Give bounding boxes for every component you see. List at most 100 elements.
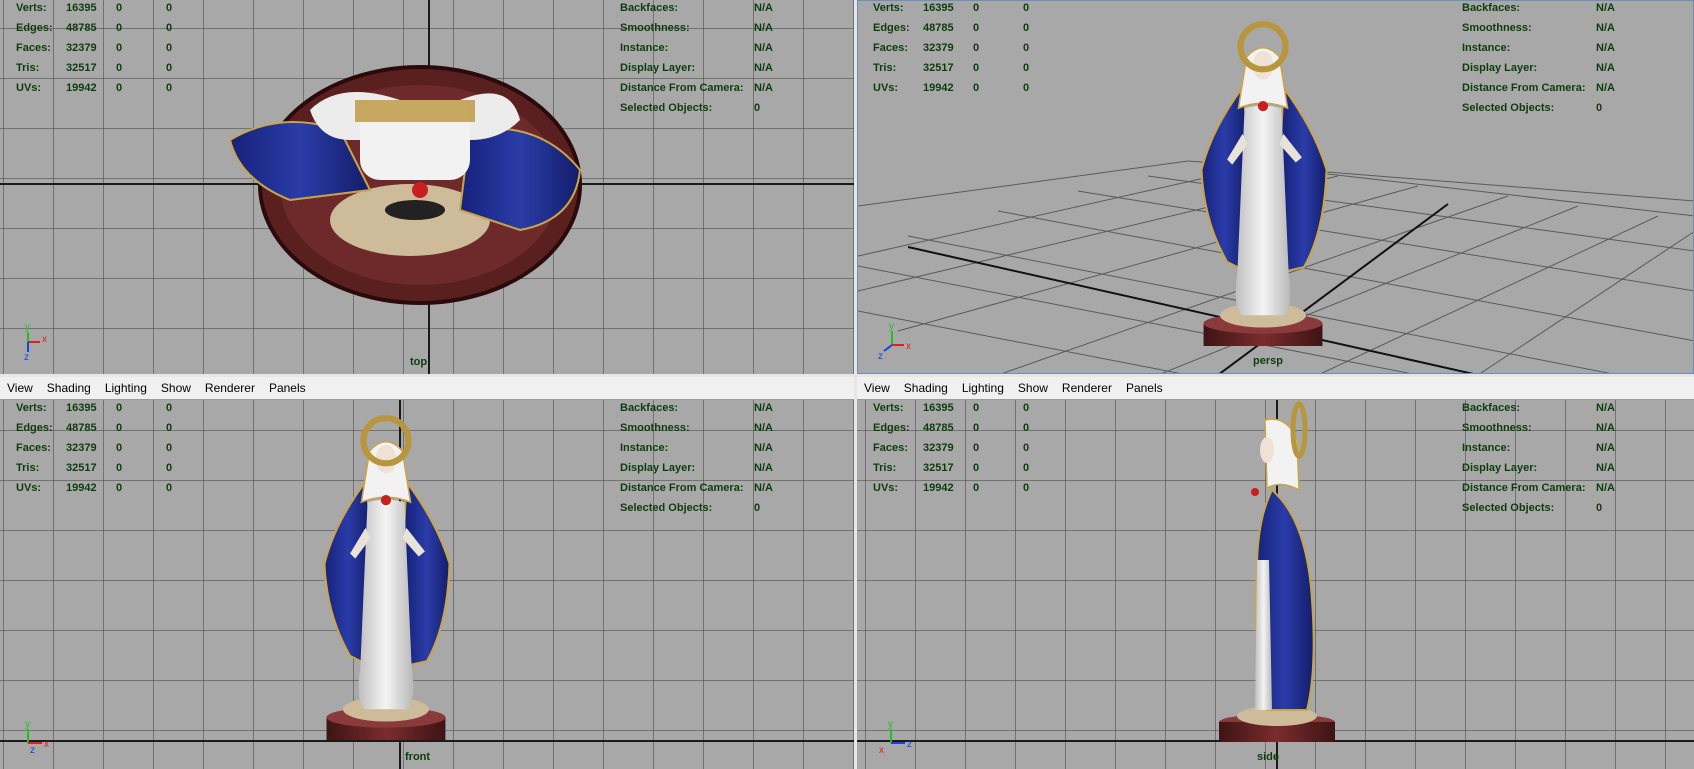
menu-panels[interactable]: Panels xyxy=(262,377,313,399)
camera-label-side: side xyxy=(1257,751,1280,763)
hud-info-label: Distance From Camera: xyxy=(620,482,744,494)
menu-view[interactable]: View xyxy=(857,377,897,399)
hud-info-value: N/A xyxy=(1596,22,1615,34)
hud-stat-v2: 0 xyxy=(116,42,123,54)
menu-panels[interactable]: Panels xyxy=(1119,377,1170,399)
hud-stat-v1: 32379 xyxy=(66,442,97,454)
svg-text:z: z xyxy=(878,351,883,359)
hud-stat-v3: 0 xyxy=(166,2,173,14)
hud-stats-front: Verts: 16395 0 0 Edges: 48785 0 0 Faces: 32379 0 0 T… xyxy=(16,398,206,498)
hud-stat-label: Faces: xyxy=(873,442,908,454)
hud-stat-v2: 0 xyxy=(116,422,123,434)
hud-stat-row: UVs: 19942 0 0 xyxy=(16,478,206,498)
menu-shading[interactable]: Shading xyxy=(40,377,98,399)
menu-show[interactable]: Show xyxy=(154,377,198,399)
hud-stat-label: Faces: xyxy=(16,42,51,54)
hud-info-label: Backfaces: xyxy=(620,402,679,414)
menu-view[interactable]: View xyxy=(0,377,40,399)
axis-gizmo-persp: y x z xyxy=(878,321,911,359)
hud-stat-v1: 48785 xyxy=(66,422,97,434)
statue-side-model[interactable] xyxy=(1217,400,1337,745)
hud-stat-v3: 0 xyxy=(166,42,173,54)
menu-shading[interactable]: Shading xyxy=(897,377,955,399)
hud-info-value: N/A xyxy=(1596,462,1615,474)
hud-info-label: Distance From Camera: xyxy=(1462,482,1586,494)
hud-stat-v1: 19942 xyxy=(923,82,954,94)
hud-stat-v2: 0 xyxy=(973,422,980,434)
hud-info-row: Display Layer: N/A xyxy=(620,58,814,78)
hud-stat-label: Faces: xyxy=(873,42,908,54)
hud-info-value: 0 xyxy=(1596,502,1603,514)
hud-info-value: N/A xyxy=(1596,422,1615,434)
hud-info-value: N/A xyxy=(754,2,773,14)
svg-text:z: z xyxy=(24,352,29,360)
hud-stat-v1: 19942 xyxy=(66,82,97,94)
hud-stat-v2: 0 xyxy=(973,62,980,74)
statue-front-model[interactable] xyxy=(297,410,477,740)
camera-label-front: front xyxy=(405,751,431,763)
hud-stat-v1: 32379 xyxy=(923,442,954,454)
hud-info-value: N/A xyxy=(754,42,773,54)
svg-text:x: x xyxy=(42,334,47,345)
hud-info-value: N/A xyxy=(754,422,773,434)
hud-info-value: 0 xyxy=(754,502,761,514)
menu-lighting[interactable]: Lighting xyxy=(98,377,154,399)
hud-info-label: Selected Objects: xyxy=(1462,502,1555,514)
hud-info-row: Backfaces: N/A xyxy=(1462,0,1656,18)
hud-stat-row: Edges: 48785 0 0 xyxy=(16,18,206,38)
hud-stat-v3: 0 xyxy=(1023,482,1030,494)
hud-info-row: Backfaces: N/A xyxy=(620,398,814,418)
menu-renderer[interactable]: Renderer xyxy=(1055,377,1119,399)
hud-info-row: Display Layer: N/A xyxy=(1462,458,1656,478)
hud-info-value: N/A xyxy=(754,402,773,414)
hud-stat-label: Faces: xyxy=(16,442,51,454)
hud-stat-v1: 32517 xyxy=(66,62,97,74)
hud-info-row: Display Layer: N/A xyxy=(620,458,814,478)
svg-text:z: z xyxy=(907,739,912,750)
hud-stat-v3: 0 xyxy=(1023,422,1030,434)
hud-stat-v2: 0 xyxy=(116,462,123,474)
hud-stat-row: Faces: 32379 0 0 xyxy=(16,38,206,58)
axis-gizmo-front: y z x xyxy=(25,719,49,755)
hud-stat-v3: 0 xyxy=(1023,442,1030,454)
hud-info-value: N/A xyxy=(754,442,773,454)
hud-info-label: Display Layer: xyxy=(620,462,696,474)
hud-info-row: Selected Objects: 0 xyxy=(1462,498,1656,518)
hud-stat-label: Edges: xyxy=(16,422,53,434)
hud-stat-row: Edges: 48785 0 0 xyxy=(873,418,1063,438)
hud-stat-v2: 0 xyxy=(973,482,980,494)
hud-info-persp: Backfaces: N/A Smoothness: N/A Instance: N/A D… xyxy=(1462,0,1656,118)
hud-stat-v1: 32379 xyxy=(923,42,954,54)
hud-info-value: 0 xyxy=(754,102,761,114)
hud-stat-v1: 48785 xyxy=(923,422,954,434)
hud-stat-v2: 0 xyxy=(116,22,123,34)
statue-top-model[interactable] xyxy=(220,60,590,310)
hud-info-value: N/A xyxy=(1596,482,1615,494)
camera-label-top: top xyxy=(410,356,428,368)
hud-info-row: Distance From Camera: N/A xyxy=(620,478,814,498)
statue-persp-model[interactable] xyxy=(1188,16,1338,346)
hud-stat-v3: 0 xyxy=(1023,462,1030,474)
hud-stat-v2: 0 xyxy=(116,82,123,94)
menu-renderer[interactable]: Renderer xyxy=(198,377,262,399)
hud-info-row: Smoothness: N/A xyxy=(620,18,814,38)
hud-info-value: N/A xyxy=(754,462,773,474)
hud-stat-label: UVs: xyxy=(16,482,42,494)
hud-stat-v3: 0 xyxy=(1023,82,1030,94)
hud-stat-v1: 48785 xyxy=(923,22,954,34)
svg-text:y: y xyxy=(25,719,30,730)
hud-stat-label: Tris: xyxy=(873,62,897,74)
hud-stats-side: Verts: 16395 0 0 Edges: 48785 0 0 Faces: 32379 0 0 T… xyxy=(873,398,1063,498)
hud-stat-v1: 16395 xyxy=(923,2,954,14)
hud-info-row: Selected Objects: 0 xyxy=(1462,98,1656,118)
hud-stat-label: UVs: xyxy=(873,82,899,94)
hud-stat-label: Verts: xyxy=(873,402,904,414)
hud-info-label: Selected Objects: xyxy=(620,102,713,114)
hud-stat-v2: 0 xyxy=(973,402,980,414)
menu-show[interactable]: Show xyxy=(1011,377,1055,399)
hud-stat-v1: 16395 xyxy=(66,402,97,414)
menu-lighting[interactable]: Lighting xyxy=(955,377,1011,399)
hud-info-value: 0 xyxy=(1596,102,1603,114)
hud-stat-label: Verts: xyxy=(16,2,47,14)
hud-info-label: Display Layer: xyxy=(1462,462,1538,474)
